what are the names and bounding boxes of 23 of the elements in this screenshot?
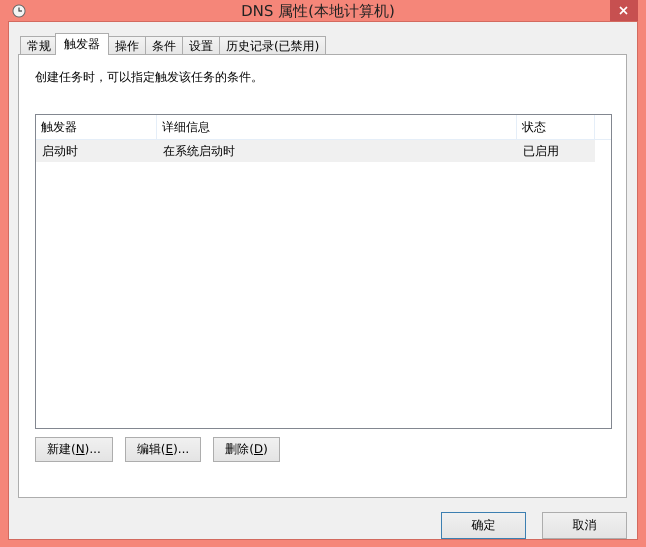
action-button[interactable]: 编辑(E)... <box>124 437 202 462</box>
tab[interactable]: 设置 <box>182 36 220 55</box>
table-row[interactable]: 启动时 在系统启动时 已启用 <box>36 140 595 162</box>
close-button[interactable] <box>610 0 638 21</box>
dialog-button[interactable]: 确定 <box>441 512 526 539</box>
column-header[interactable]: 触发器 <box>36 115 157 139</box>
dialog-button[interactable]: 取消 <box>542 512 627 539</box>
action-button[interactable]: 删除(D) <box>213 437 280 462</box>
table-cell-text: 启动时 <box>41 143 79 160</box>
column-header[interactable]: 详细信息 <box>157 115 517 139</box>
tab[interactable]: 条件 <box>145 36 183 55</box>
table-cell-text: 在系统启动时 <box>162 143 236 160</box>
window-title: DNS 属性(本地计算机) <box>241 2 395 21</box>
tab[interactable]: 触发器 <box>55 33 109 55</box>
trigger-list[interactable]: 触发器 详细信息 状态 启动时 在系统启动时 已启用 <box>35 114 612 429</box>
action-button[interactable]: 新建(N)... <box>35 437 113 462</box>
column-header[interactable]: 状态 <box>517 115 595 139</box>
tab[interactable]: 历史记录(已禁用) <box>219 36 326 55</box>
table-cell-text: 已启用 <box>522 143 560 160</box>
clock-icon <box>12 4 26 18</box>
description-text: 创建任务时，可以指定触发该任务的条件。 <box>35 69 264 86</box>
close-icon <box>619 6 628 15</box>
tab[interactable]: 操作 <box>108 36 146 55</box>
